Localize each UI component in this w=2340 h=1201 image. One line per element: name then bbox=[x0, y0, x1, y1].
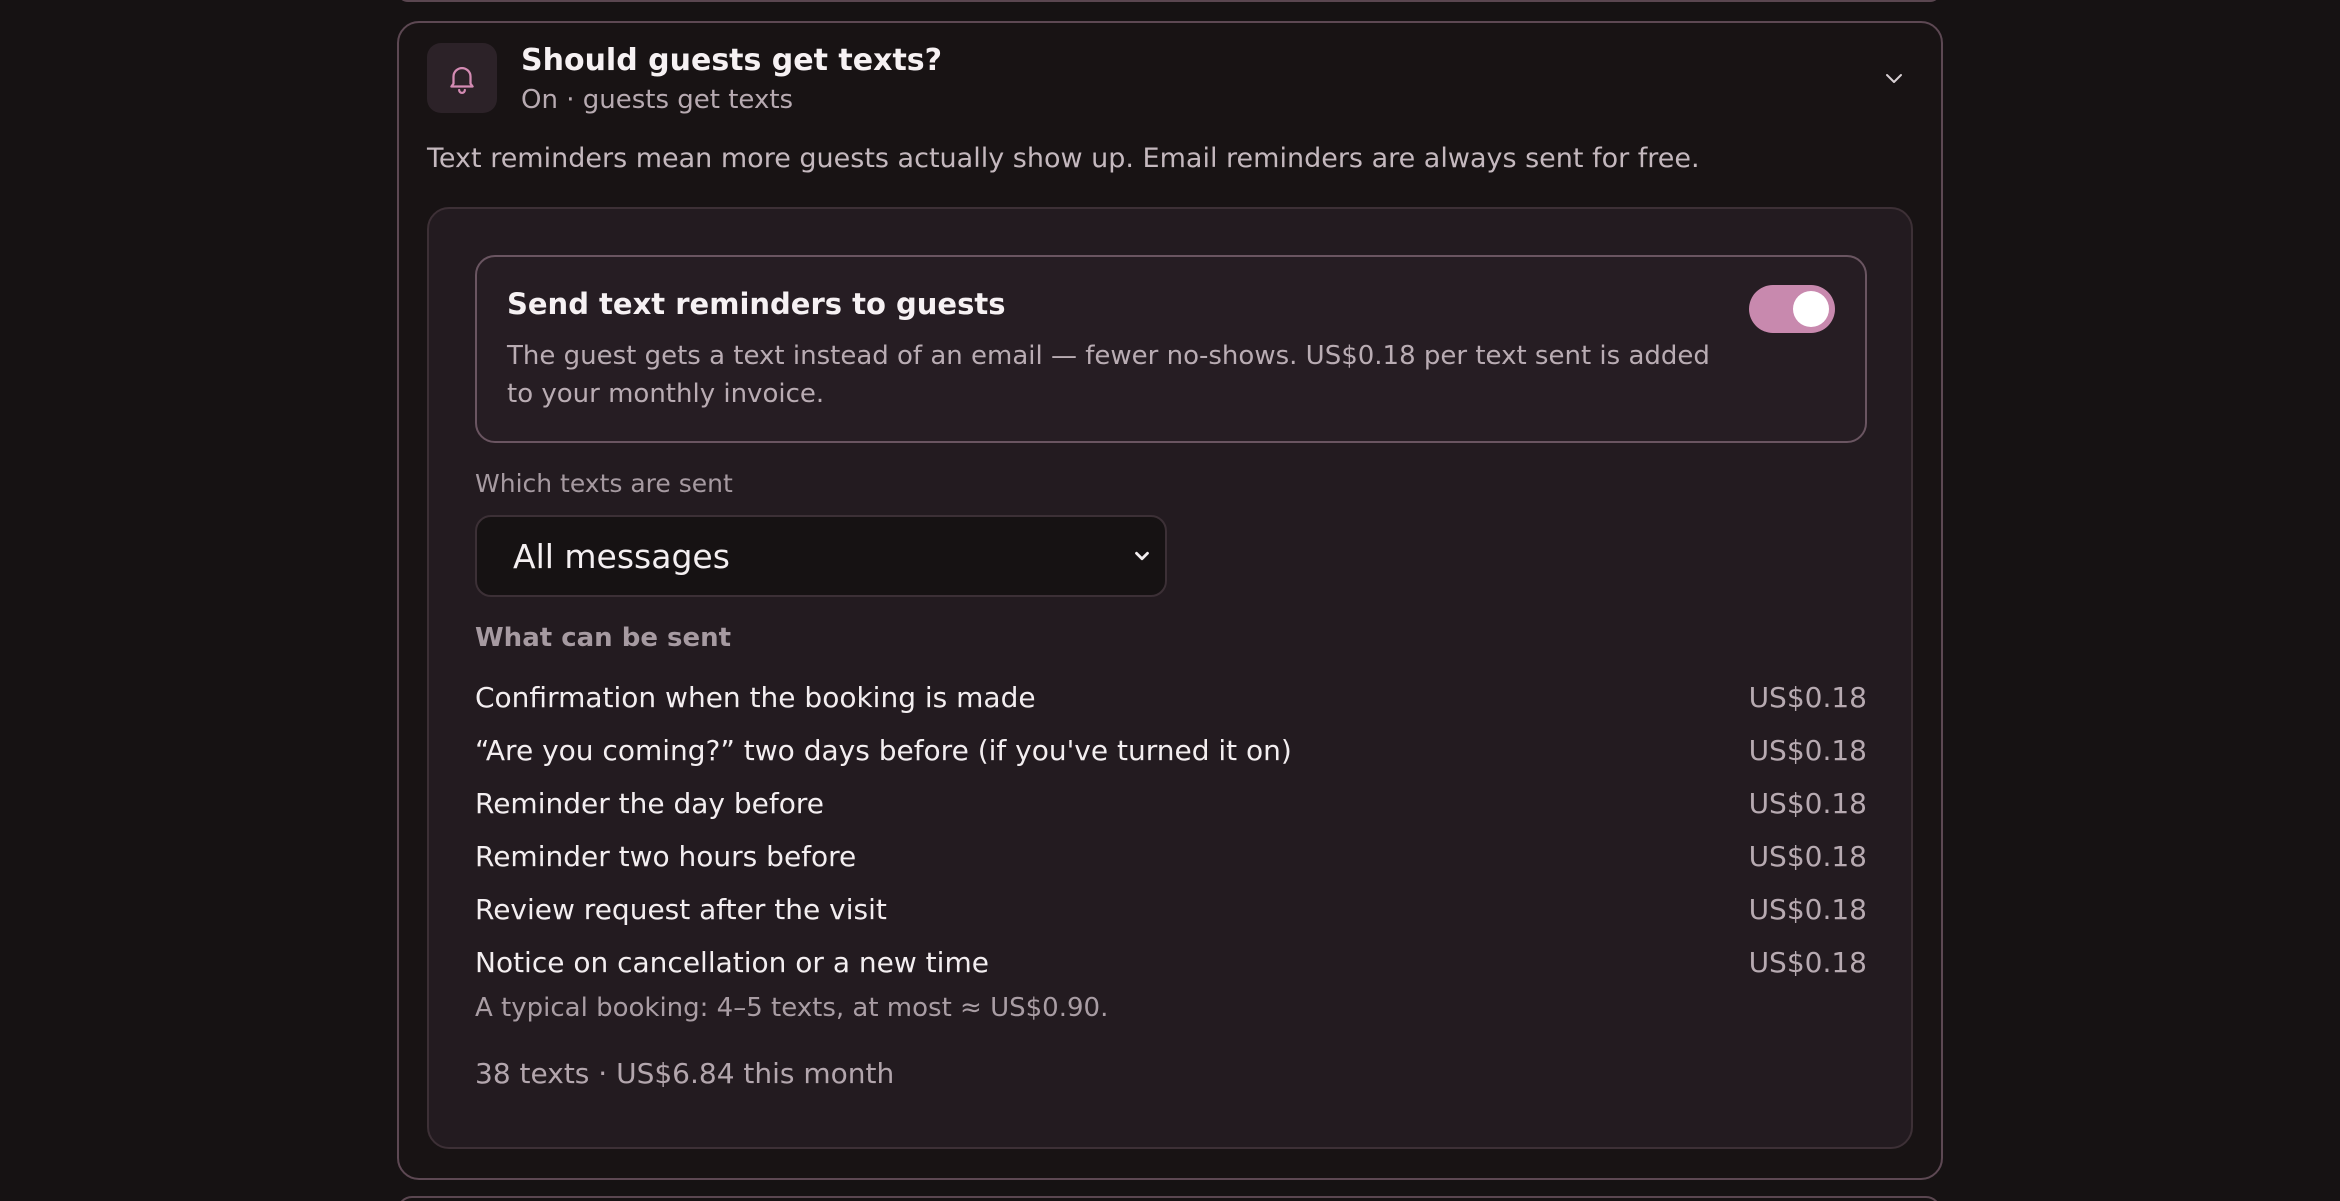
message-label: Confirmation when the booking is made bbox=[475, 681, 1036, 714]
message-price-list: Confirmation when the booking is made US… bbox=[475, 673, 1867, 991]
which-texts-label: Which texts are sent bbox=[475, 469, 733, 498]
sms-toggle-switch[interactable] bbox=[1749, 285, 1835, 333]
message-price: US$0.18 bbox=[1748, 946, 1867, 979]
section-subtitle: On · guests get texts bbox=[521, 85, 794, 115]
chevron-down-icon[interactable] bbox=[1879, 63, 1909, 93]
guest-texts-section: Should guests get texts? On · guests get… bbox=[397, 21, 1943, 1180]
list-item: Notice on cancellation or a new time US$… bbox=[475, 938, 1867, 991]
message-label: Review request after the visit bbox=[475, 893, 887, 926]
sms-toggle-description: The guest gets a text instead of an emai… bbox=[507, 341, 1710, 409]
message-price: US$0.18 bbox=[1748, 681, 1867, 714]
previous-section-card bbox=[397, 0, 1941, 2]
section-title: Should guests get texts? bbox=[521, 43, 943, 78]
message-price: US$0.18 bbox=[1748, 840, 1867, 873]
settings-page: Should guests get texts? On · guests get… bbox=[0, 0, 2340, 1201]
chevron-down-icon bbox=[1129, 543, 1155, 569]
list-item: Confirmation when the booking is made US… bbox=[475, 673, 1867, 726]
section-header[interactable]: Should guests get texts? On · guests get… bbox=[427, 43, 1913, 117]
list-item: Review request after the visit US$0.18 bbox=[475, 885, 1867, 938]
list-item: Reminder the day before US$0.18 bbox=[475, 779, 1867, 832]
message-label: “Are you coming?” two days before (if yo… bbox=[475, 734, 1292, 767]
list-item: “Are you coming?” two days before (if yo… bbox=[475, 726, 1867, 779]
next-section-card bbox=[397, 1196, 1941, 1201]
sms-settings-panel: Send text reminders to guests The guest … bbox=[427, 207, 1913, 1149]
list-item: Reminder two hours before US$0.18 bbox=[475, 832, 1867, 885]
sms-toggle-card: Send text reminders to guests The guest … bbox=[475, 255, 1867, 443]
section-intro: Text reminders mean more guests actually… bbox=[427, 143, 1700, 174]
usage-summary: 38 texts · US$6.84 this month bbox=[475, 1057, 895, 1090]
which-texts-selected-value: All messages bbox=[513, 537, 730, 576]
switch-knob bbox=[1793, 291, 1829, 327]
message-price: US$0.18 bbox=[1748, 734, 1867, 767]
message-label: Reminder two hours before bbox=[475, 840, 857, 873]
message-label: Notice on cancellation or a new time bbox=[475, 946, 989, 979]
typical-booking-note: A typical booking: 4–5 texts, at most ≈ … bbox=[475, 993, 1109, 1023]
message-price: US$0.18 bbox=[1748, 893, 1867, 926]
which-texts-select[interactable]: All messages bbox=[475, 515, 1167, 597]
message-price: US$0.18 bbox=[1748, 787, 1867, 820]
sms-toggle-title: Send text reminders to guests bbox=[507, 287, 1006, 321]
bell-icon bbox=[427, 43, 497, 113]
what-can-be-sent-label: What can be sent bbox=[475, 623, 732, 653]
message-label: Reminder the day before bbox=[475, 787, 825, 820]
